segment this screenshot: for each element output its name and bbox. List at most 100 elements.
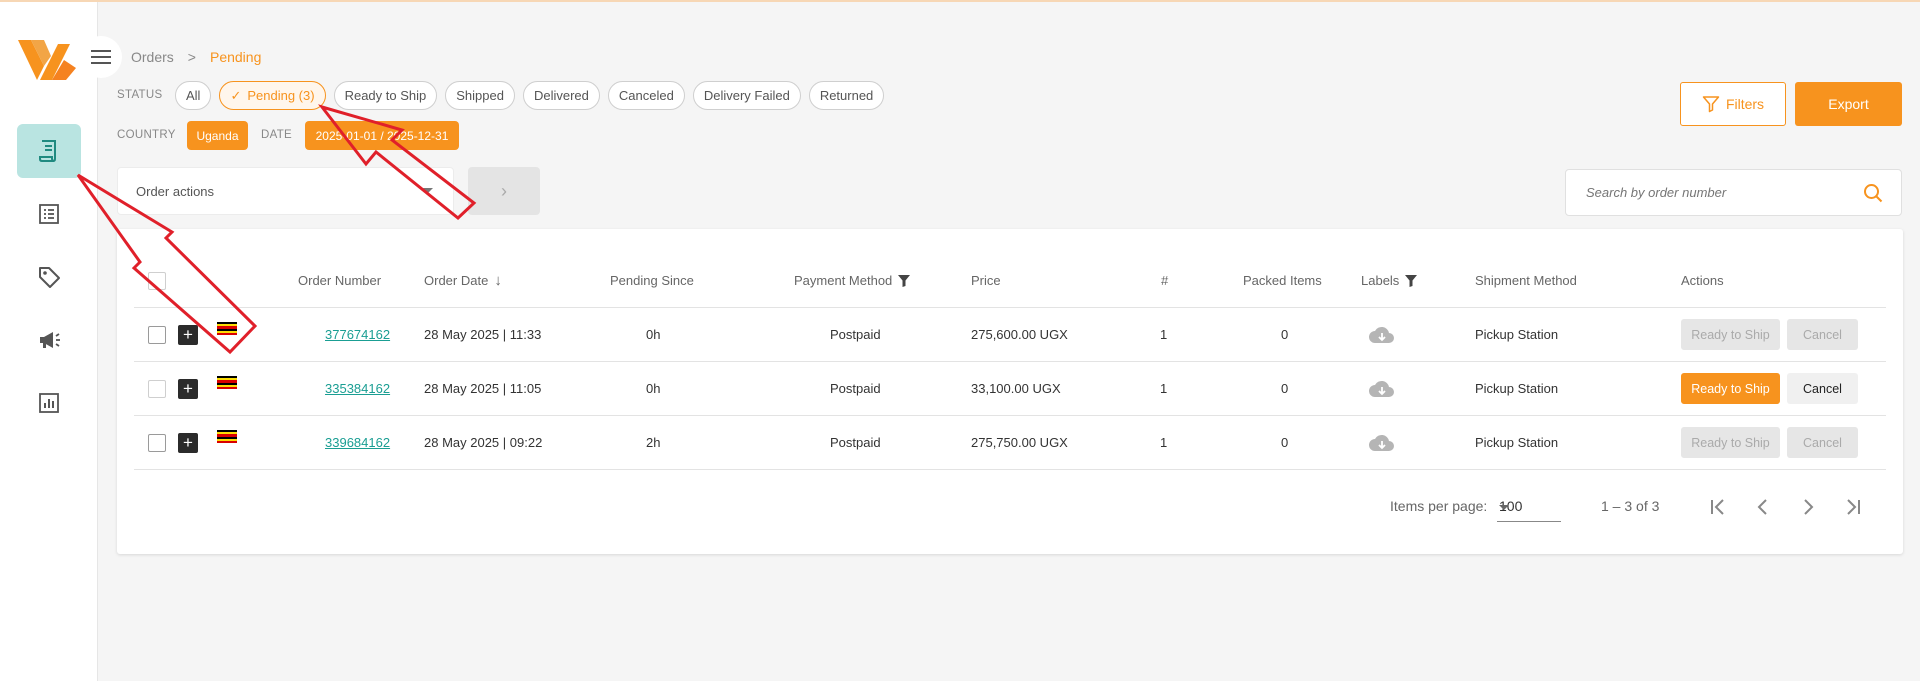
sidebar-item-list[interactable]: [17, 187, 81, 241]
price-cell: 275,750.00 UGX: [971, 435, 1068, 450]
search-icon[interactable]: [1863, 183, 1883, 203]
chevron-down-icon: [1499, 505, 1509, 510]
filters-button-label: Filters: [1725, 96, 1765, 112]
check-icon: ✓: [230, 87, 242, 103]
cloud-download-icon[interactable]: [1368, 325, 1396, 345]
table-row: + 377674162 28 May 2025 | 11:33 0h Postp…: [134, 308, 1886, 362]
pending-since-cell: 2h: [646, 435, 661, 450]
cloud-download-icon[interactable]: [1368, 379, 1396, 399]
cloud-download-icon[interactable]: [1368, 433, 1396, 453]
status-chip-delivery-failed[interactable]: Delivery Failed: [692, 81, 801, 110]
country-chip-uganda[interactable]: Uganda: [187, 121, 248, 150]
breadcrumb-current: Pending: [209, 49, 262, 65]
status-chip-label: Shipped: [456, 88, 504, 103]
sidebar-item-reports[interactable]: [17, 376, 81, 430]
status-chip-returned[interactable]: Returned: [808, 81, 885, 110]
chevron-down-icon: [423, 188, 433, 193]
header-payment-method: Payment Method: [794, 254, 911, 307]
previous-page-button[interactable]: [1748, 492, 1778, 522]
uganda-flag-icon: [217, 430, 237, 444]
first-page-icon: [1711, 499, 1724, 515]
header-order-date-label: Order Date: [424, 273, 489, 288]
status-chip-all[interactable]: All: [175, 81, 212, 110]
cancel-order-button[interactable]: Cancel: [1787, 319, 1858, 350]
date-range-chip[interactable]: 2025-01-01 / 2025-12-31: [305, 121, 459, 150]
order-date-cell: 28 May 2025 | 09:22: [424, 435, 543, 450]
status-chip-pending[interactable]: ✓ Pending (3): [219, 81, 326, 110]
ready-to-ship-button[interactable]: Ready to Ship: [1681, 373, 1780, 404]
sidebar: [0, 2, 98, 681]
breadcrumb-orders-link[interactable]: Orders: [131, 49, 174, 65]
last-page-button[interactable]: [1838, 492, 1868, 522]
status-chip-label: Pending (3): [247, 88, 315, 103]
country-filter-label: COUNTRY: [117, 129, 176, 141]
order-date-cell: 28 May 2025 | 11:33: [424, 327, 542, 342]
shipment-method-cell: Pickup Station: [1475, 435, 1559, 450]
filters-button[interactable]: Filters: [1680, 82, 1786, 126]
sort-arrow-down-icon: ↓: [494, 272, 502, 289]
sidebar-item-promotions[interactable]: [17, 313, 81, 367]
header-price: Price: [971, 273, 1001, 288]
search-input[interactable]: [1584, 184, 1844, 201]
order-search-field[interactable]: [1565, 169, 1902, 216]
status-chip-label: Delivered: [533, 88, 589, 103]
status-chip-label: Ready to Ship: [344, 88, 427, 103]
status-chip-group: All ✓ Pending (3) Ready to Ship Shipped D…: [175, 81, 885, 110]
page-size-select[interactable]: 100: [1497, 494, 1561, 522]
expand-row-plus-icon[interactable]: +: [178, 378, 198, 399]
price-cell: 275,600.00 UGX: [971, 327, 1068, 342]
status-chip-label: Canceled: [618, 88, 674, 103]
breadcrumb-separator: >: [187, 49, 196, 65]
ready-to-ship-button[interactable]: Ready to Ship: [1681, 427, 1780, 458]
ready-to-ship-button[interactable]: Ready to Ship: [1681, 319, 1780, 350]
hamburger-menu-icon: [91, 50, 111, 64]
order-number-link[interactable]: 335384162: [325, 381, 390, 396]
expand-row-plus-icon[interactable]: +: [178, 432, 198, 453]
status-chip-shipped[interactable]: Shipped: [445, 81, 515, 110]
order-number-link[interactable]: 339684162: [325, 435, 390, 450]
filter-funnel-icon[interactable]: [1405, 274, 1418, 287]
header-actions: Actions: [1681, 273, 1724, 288]
order-actions-select[interactable]: Order actions: [117, 167, 454, 215]
row-checkbox[interactable]: [148, 325, 166, 344]
count-cell: 1: [1160, 381, 1168, 396]
first-page-button[interactable]: [1703, 492, 1733, 522]
expand-row-plus-icon[interactable]: +: [178, 324, 198, 345]
count-cell: 1: [1160, 327, 1168, 342]
cancel-order-button[interactable]: Cancel: [1787, 427, 1858, 458]
header-order-date[interactable]: Order Date ↓: [424, 254, 502, 307]
table-row: + 339684162 28 May 2025 | 09:22 2h Postp…: [134, 416, 1886, 470]
sidebar-item-products[interactable]: [17, 250, 81, 304]
payment-method-cell: Postpaid: [830, 327, 881, 342]
status-chip-label: All: [186, 88, 201, 103]
header-labels-label: Labels: [1361, 273, 1400, 288]
header-packed-items: Packed Items: [1243, 273, 1322, 288]
filter-funnel-icon[interactable]: [898, 274, 911, 287]
packed-items-cell: 0: [1281, 381, 1289, 396]
status-chip-ready-to-ship[interactable]: Ready to Ship: [333, 81, 438, 110]
row-checkbox[interactable]: [148, 433, 166, 452]
chevron-right-icon: [1804, 499, 1814, 515]
order-date-cell: 28 May 2025 | 11:05: [424, 381, 542, 396]
next-page-button[interactable]: [1793, 492, 1823, 522]
header-order-number: Order Number: [298, 273, 382, 288]
row-checkbox[interactable]: [148, 379, 166, 398]
uganda-flag-icon: [217, 322, 237, 336]
shipment-method-cell: Pickup Station: [1475, 381, 1559, 396]
payment-method-cell: Postpaid: [830, 435, 881, 450]
status-chip-delivered[interactable]: Delivered: [522, 81, 600, 110]
breadcrumb: Orders > Pending: [131, 49, 261, 65]
export-button[interactable]: Export: [1795, 82, 1902, 126]
count-cell: 1: [1160, 435, 1168, 450]
status-chip-canceled[interactable]: Canceled: [607, 81, 685, 110]
pending-since-cell: 0h: [646, 327, 661, 342]
menu-toggle-button[interactable]: [80, 36, 122, 78]
sidebar-item-orders[interactable]: [17, 124, 81, 178]
select-all-checkbox[interactable]: [148, 271, 166, 290]
cancel-order-button[interactable]: Cancel: [1787, 373, 1858, 404]
apply-action-button[interactable]: ›: [468, 167, 540, 215]
order-number-link[interactable]: 377674162: [325, 327, 390, 342]
items-per-page-label: Items per page:: [1390, 498, 1488, 514]
filter-funnel-icon: [1702, 96, 1720, 113]
paginator: Items per page: 100 1 – 3 of 3: [117, 488, 1903, 528]
